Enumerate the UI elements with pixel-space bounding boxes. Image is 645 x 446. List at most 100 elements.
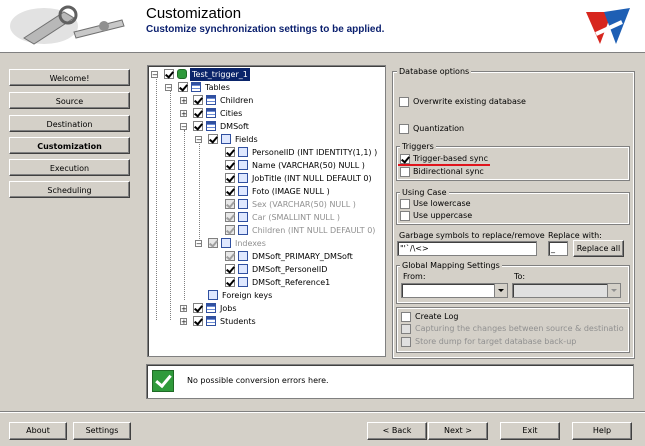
tree-row-field[interactable]: Car (SMALLINT NULL )	[150, 211, 385, 224]
tree-label-students[interactable]: Students	[220, 315, 256, 328]
collapse-icon[interactable]: −	[165, 84, 172, 92]
tree-row-children[interactable]: + Children	[150, 94, 380, 107]
tree-row-tables[interactable]: − Tables	[150, 81, 380, 94]
tree-row-fields[interactable]: − Fields	[150, 133, 380, 146]
settings-button[interactable]: Settings	[73, 422, 131, 440]
tree-checkbox[interactable]	[164, 69, 174, 79]
lowercase-checkbox[interactable]	[400, 199, 410, 209]
tree-checkbox[interactable]	[225, 277, 235, 287]
next-button[interactable]: Next >	[428, 422, 488, 440]
from-dropdown[interactable]	[401, 283, 508, 298]
tree-label-index[interactable]: DMSoft_Reference1	[252, 276, 330, 289]
tree-checkbox[interactable]	[225, 264, 235, 274]
replace-with-label: Replace with:	[548, 231, 602, 240]
replace-all-button[interactable]: Replace all	[573, 240, 624, 257]
tree-checkbox[interactable]	[193, 121, 203, 131]
tree-row-indexes[interactable]: − Indexes	[150, 237, 380, 250]
tree-row-index[interactable]: DMSoft_PRIMARY_DMSoft	[150, 250, 385, 263]
tree-row-field[interactable]: PersonelID (INT IDENTITY(1,1) )	[150, 146, 385, 159]
tree-label-root[interactable]: Test_trigger_1	[189, 67, 251, 82]
tree-row-index[interactable]: DMSoft_PersonelID	[150, 263, 385, 276]
tree-label-field[interactable]: Name (VARCHAR(50) NULL )	[252, 159, 365, 172]
create-log-checkbox[interactable]	[401, 312, 411, 322]
collapse-icon[interactable]: −	[180, 123, 187, 131]
tree-label-index[interactable]: DMSoft_PersonelID	[252, 263, 327, 276]
tree-row-field[interactable]: Children (INT NULL DEFAULT 0)	[150, 224, 385, 237]
tree-checkbox[interactable]	[225, 199, 235, 209]
tree-row-field[interactable]: Foto (IMAGE NULL )	[150, 185, 385, 198]
tree-checkbox[interactable]	[225, 212, 235, 222]
tree-checkbox[interactable]	[193, 95, 203, 105]
collapse-icon[interactable]: −	[151, 71, 158, 79]
nav-scheduling-button[interactable]: Scheduling	[9, 181, 130, 198]
tree-checkbox[interactable]	[208, 238, 218, 248]
overwrite-checkbox[interactable]	[399, 97, 409, 107]
tree-label-field[interactable]: JobTitle (INT NULL DEFAULT 0)	[252, 172, 372, 185]
replace-with-input[interactable]: _	[548, 241, 568, 256]
tree-checkbox[interactable]	[208, 134, 218, 144]
tree-label-dmsoft[interactable]: DMSoft	[220, 120, 249, 133]
chevron-down-icon[interactable]	[494, 284, 507, 297]
expand-icon[interactable]: +	[180, 305, 187, 313]
tree-checkbox[interactable]	[178, 82, 188, 92]
tree-row-foreign-keys[interactable]: Foreign keys	[150, 289, 380, 302]
tree-label-foreign-keys[interactable]: Foreign keys	[222, 289, 272, 302]
table-icon	[206, 316, 216, 326]
tree-checkbox[interactable]	[225, 147, 235, 157]
nav-execution-button[interactable]: Execution	[9, 159, 130, 176]
tree-row-field[interactable]: JobTitle (INT NULL DEFAULT 0)	[150, 172, 385, 185]
store-dump-checkbox[interactable]	[401, 337, 411, 347]
nav-destination-button[interactable]: Destination	[9, 115, 130, 132]
tree-checkbox[interactable]	[193, 108, 203, 118]
tree-row-dmsoft[interactable]: − DMSoft	[150, 120, 380, 133]
expand-icon[interactable]: +	[180, 318, 187, 326]
tree-checkbox[interactable]	[193, 316, 203, 326]
uppercase-checkbox[interactable]	[400, 211, 410, 221]
tree-checkbox[interactable]	[225, 160, 235, 170]
tree-label-field[interactable]: Sex (VARCHAR(50) NULL )	[252, 198, 356, 211]
nav-customization-button[interactable]: Customization	[9, 137, 130, 154]
nav-welcome-button[interactable]: Welcome!	[9, 69, 130, 86]
quantization-checkbox[interactable]	[399, 124, 409, 134]
bidirectional-checkbox[interactable]	[400, 167, 410, 177]
tree-label-field[interactable]: PersonelID (INT IDENTITY(1,1) )	[252, 146, 377, 159]
exit-button[interactable]: Exit	[500, 422, 560, 440]
tree-checkbox[interactable]	[225, 186, 235, 196]
tree-checkbox[interactable]	[225, 225, 235, 235]
tree-label-jobs[interactable]: Jobs	[220, 302, 237, 315]
tree-row-root[interactable]: − Test_trigger_1	[150, 67, 380, 82]
tree-checkbox[interactable]	[225, 173, 235, 183]
tree-label-field[interactable]: Children (INT NULL DEFAULT 0)	[252, 224, 375, 237]
tree-checkbox[interactable]	[225, 251, 235, 261]
garbage-symbols-input[interactable]: "'`/\<>	[397, 241, 537, 256]
tree-label-children[interactable]: Children	[220, 94, 253, 107]
tree-label-tables[interactable]: Tables	[205, 81, 230, 94]
tree-row-field[interactable]: Name (VARCHAR(50) NULL )	[150, 159, 385, 172]
capturing-checkbox[interactable]	[401, 324, 411, 334]
collapse-icon[interactable]: −	[195, 136, 202, 144]
tree-row-jobs[interactable]: + Jobs	[150, 302, 380, 315]
back-button[interactable]: < Back	[367, 422, 427, 440]
expand-icon[interactable]: +	[180, 110, 187, 118]
tree-row-index[interactable]: DMSoft_Reference1	[150, 276, 385, 289]
tree-row-cities[interactable]: + Cities	[150, 107, 380, 120]
collapse-icon[interactable]: −	[195, 240, 202, 248]
expand-icon[interactable]: +	[180, 97, 187, 105]
trigger-sync-checkbox[interactable]	[400, 154, 410, 164]
about-button[interactable]: About	[9, 422, 67, 440]
tree-row-students[interactable]: + Students	[150, 315, 380, 328]
chevron-down-icon[interactable]	[607, 284, 620, 297]
to-dropdown[interactable]	[512, 283, 621, 298]
tree-checkbox[interactable]	[193, 303, 203, 313]
nav-source-button[interactable]: Source	[9, 92, 130, 109]
tree-label-fields[interactable]: Fields	[235, 133, 258, 146]
tree-label-index[interactable]: DMSoft_PRIMARY_DMSoft	[252, 250, 353, 263]
tree-label-field[interactable]: Foto (IMAGE NULL )	[252, 185, 330, 198]
garbage-symbols-label: Garbage symbols to replace/remove	[399, 231, 545, 240]
tree-label-cities[interactable]: Cities	[220, 107, 242, 120]
help-button[interactable]: Help	[572, 422, 632, 440]
tree-label-indexes[interactable]: Indexes	[235, 237, 266, 250]
tree-label-field[interactable]: Car (SMALLINT NULL )	[252, 211, 340, 224]
tree-row-field[interactable]: Sex (VARCHAR(50) NULL )	[150, 198, 385, 211]
schema-tree[interactable]: − Test_trigger_1 − Tables + Children + C…	[147, 65, 386, 357]
